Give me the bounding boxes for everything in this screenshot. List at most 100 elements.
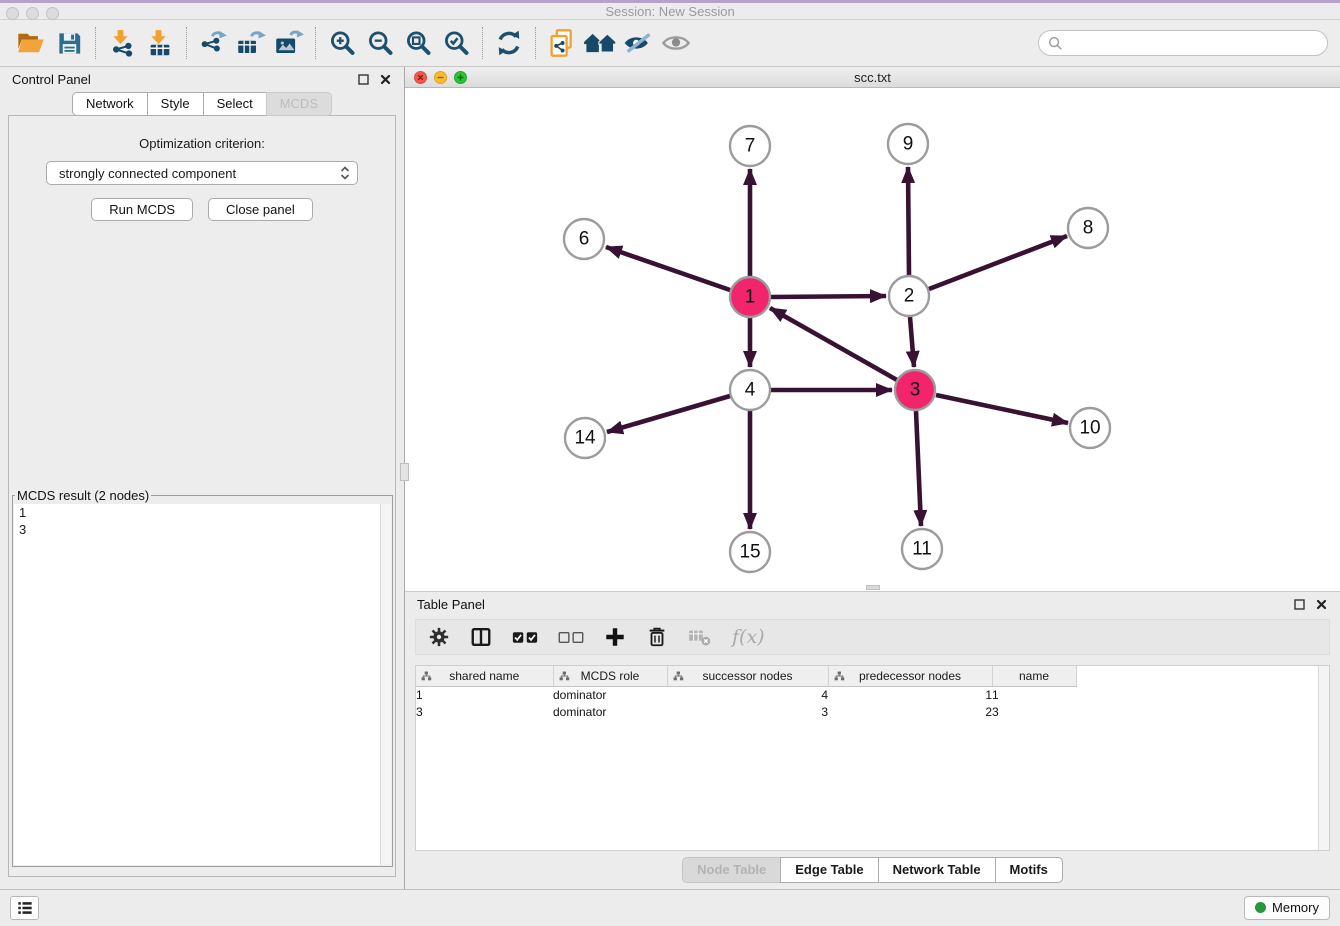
table-header-row: shared name MCDS role successor nodes: [416, 666, 1076, 686]
graph-node-3-selected[interactable]: 3: [895, 370, 935, 410]
column-header-shared-name[interactable]: shared name: [416, 666, 553, 686]
tab-network[interactable]: Network: [72, 92, 147, 116]
zoom-selected-button[interactable]: [437, 24, 475, 62]
splitter-grip[interactable]: [866, 585, 880, 590]
open-session-button[interactable]: [12, 24, 50, 62]
mcds-result-item[interactable]: 3: [14, 521, 391, 538]
network-close-button[interactable]: [414, 71, 427, 84]
cell-shared-name[interactable]: 3: [416, 703, 553, 720]
graph-edge-4-14[interactable]: [607, 396, 730, 432]
graph-node-9[interactable]: 9: [888, 124, 928, 164]
graph-node-11[interactable]: 11: [902, 529, 942, 569]
function-builder-button-disabled[interactable]: f(x): [732, 626, 765, 648]
tab-network-table[interactable]: Network Table: [878, 857, 995, 883]
window-close-button[interactable]: [6, 7, 19, 20]
result-scrollbar[interactable]: [380, 504, 391, 865]
tab-style[interactable]: Style: [147, 92, 203, 116]
svg-text:3: 3: [910, 380, 921, 401]
deselect-all-columns-button[interactable]: [558, 630, 584, 645]
export-table-icon: [236, 29, 266, 57]
graph-edge-2-9[interactable]: [908, 167, 909, 275]
graph-edge-2-3[interactable]: [910, 317, 914, 367]
network-canvas[interactable]: 7 9 6 8 1 2 4 3 14 10 15 11: [405, 88, 1340, 584]
window-maximize-button[interactable]: [46, 7, 59, 20]
import-network-button[interactable]: [103, 24, 141, 62]
tab-mcds[interactable]: MCDS: [266, 92, 332, 116]
graph-edge-2-8[interactable]: [929, 236, 1067, 289]
run-mcds-button[interactable]: Run MCDS: [91, 198, 193, 221]
zoom-out-button[interactable]: [361, 24, 399, 62]
tab-node-table[interactable]: Node Table: [682, 857, 780, 883]
column-header-predecessor-nodes[interactable]: predecessor nodes: [828, 666, 992, 686]
graph-node-1-selected[interactable]: 1: [730, 277, 770, 317]
graph-node-4[interactable]: 4: [730, 370, 770, 410]
import-table-button[interactable]: [141, 24, 179, 62]
add-column-button[interactable]: [604, 626, 626, 648]
table-settings-button[interactable]: [428, 626, 450, 648]
graph-edge-1-2[interactable]: [771, 296, 886, 297]
window-minimize-button[interactable]: [26, 7, 39, 20]
cell-predecessor-nodes[interactable]: 1: [828, 686, 992, 703]
search-box[interactable]: [1038, 30, 1328, 56]
cell-name[interactable]: 3: [992, 703, 1076, 720]
column-header-name[interactable]: name: [992, 666, 1076, 686]
cell-successor-nodes[interactable]: 3: [667, 703, 828, 720]
cell-mcds-role[interactable]: dominator: [553, 686, 667, 703]
graph-node-10[interactable]: 10: [1070, 408, 1110, 448]
cell-successor-nodes[interactable]: 4: [667, 686, 828, 703]
mcds-result-list[interactable]: 1 3: [14, 504, 391, 865]
table-row[interactable]: 1 dominator 4 1 1: [416, 686, 1076, 703]
export-image-button[interactable]: [270, 24, 308, 62]
tab-motifs[interactable]: Motifs: [995, 857, 1063, 883]
export-network-button[interactable]: [194, 24, 232, 62]
tab-edge-table[interactable]: Edge Table: [780, 857, 877, 883]
delete-table-button-disabled[interactable]: [688, 627, 712, 647]
graph-node-6[interactable]: 6: [564, 219, 604, 259]
show-all-button[interactable]: [657, 24, 695, 62]
control-panel-float-button[interactable]: [357, 73, 370, 86]
select-all-columns-button[interactable]: [512, 630, 538, 645]
graph-node-15[interactable]: 15: [730, 532, 770, 572]
cell-predecessor-nodes[interactable]: 2: [828, 703, 992, 720]
graph-edge-1-6[interactable]: [606, 247, 730, 290]
column-header-mcds-role[interactable]: MCDS role: [553, 666, 667, 686]
clone-network-button[interactable]: [543, 24, 581, 62]
graph-node-2[interactable]: 2: [889, 276, 929, 316]
tab-select[interactable]: Select: [203, 92, 266, 116]
svg-text:15: 15: [739, 542, 760, 563]
graph-edge-3-10[interactable]: [936, 395, 1068, 423]
home-button[interactable]: [581, 24, 619, 62]
zoom-in-button[interactable]: [323, 24, 361, 62]
task-history-button[interactable]: [10, 896, 39, 920]
graph-edge-3-11[interactable]: [916, 411, 921, 526]
network-minimize-button[interactable]: [434, 71, 447, 84]
cell-mcds-role[interactable]: dominator: [553, 703, 667, 720]
table-panel-close-button[interactable]: [1315, 598, 1328, 611]
optimization-criterion-select[interactable]: strongly connected component: [46, 161, 358, 185]
hide-selected-button[interactable]: [619, 24, 657, 62]
refresh-button[interactable]: [490, 24, 528, 62]
mcds-result-item[interactable]: 1: [14, 504, 391, 521]
save-session-button[interactable]: [50, 24, 88, 62]
table-row[interactable]: 3 dominator 3 2 3: [416, 703, 1076, 720]
table-panel-float-button[interactable]: [1293, 598, 1306, 611]
save-floppy-icon: [56, 30, 83, 57]
graph-node-7[interactable]: 7: [730, 126, 770, 166]
control-panel-close-button[interactable]: [379, 73, 392, 86]
column-header-successor-nodes[interactable]: successor nodes: [667, 666, 828, 686]
panel-splitter-grip[interactable]: [400, 463, 409, 481]
network-maximize-button[interactable]: [454, 71, 467, 84]
zoom-fit-button[interactable]: [399, 24, 437, 62]
table-scrollbar[interactable]: [1318, 666, 1329, 850]
close-panel-button[interactable]: Close panel: [208, 198, 313, 221]
graph-node-14[interactable]: 14: [565, 418, 605, 458]
cell-shared-name[interactable]: 1: [416, 686, 553, 703]
graph-edge-3-1[interactable]: [770, 308, 897, 380]
memory-button[interactable]: Memory: [1244, 896, 1330, 920]
delete-column-button[interactable]: [646, 626, 668, 648]
cell-name[interactable]: 1: [992, 686, 1076, 703]
split-columns-button[interactable]: [470, 626, 492, 648]
search-input[interactable]: [1069, 36, 1318, 51]
graph-node-8[interactable]: 8: [1068, 208, 1108, 248]
export-table-button[interactable]: [232, 24, 270, 62]
